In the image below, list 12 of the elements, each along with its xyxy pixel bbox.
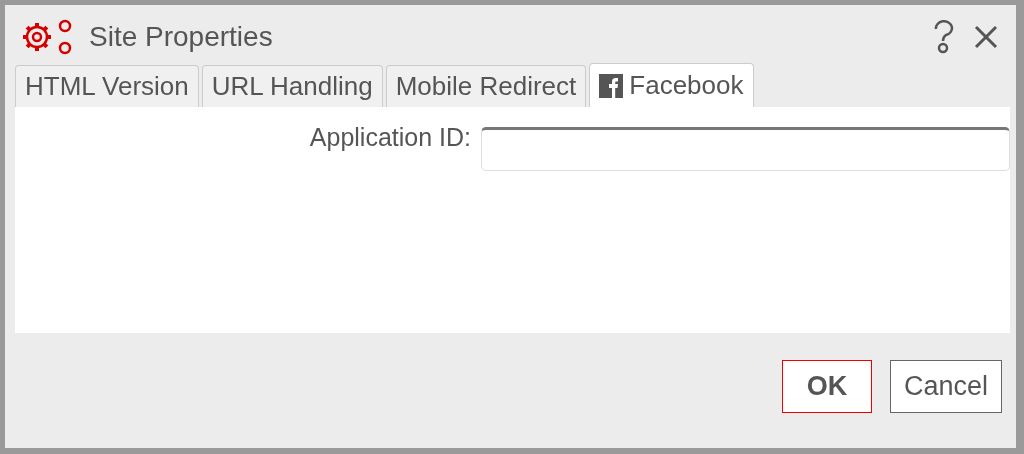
- application-id-field[interactable]: [481, 127, 1010, 171]
- tab[interactable]: URL Handling: [201, 65, 383, 107]
- ok-button[interactable]: OK: [782, 360, 872, 413]
- tab[interactable]: HTML Version: [15, 65, 199, 107]
- help-icon[interactable]: [932, 20, 956, 54]
- cancel-button[interactable]: Cancel: [890, 360, 1002, 413]
- field-label: Application ID:: [308, 123, 472, 152]
- facebook-icon: [599, 73, 624, 98]
- close-icon[interactable]: [974, 25, 998, 49]
- tab[interactable]: Mobile Redirect: [385, 65, 587, 107]
- dialog-title: Site Properties: [89, 21, 274, 53]
- tab[interactable]: Facebook: [589, 63, 754, 107]
